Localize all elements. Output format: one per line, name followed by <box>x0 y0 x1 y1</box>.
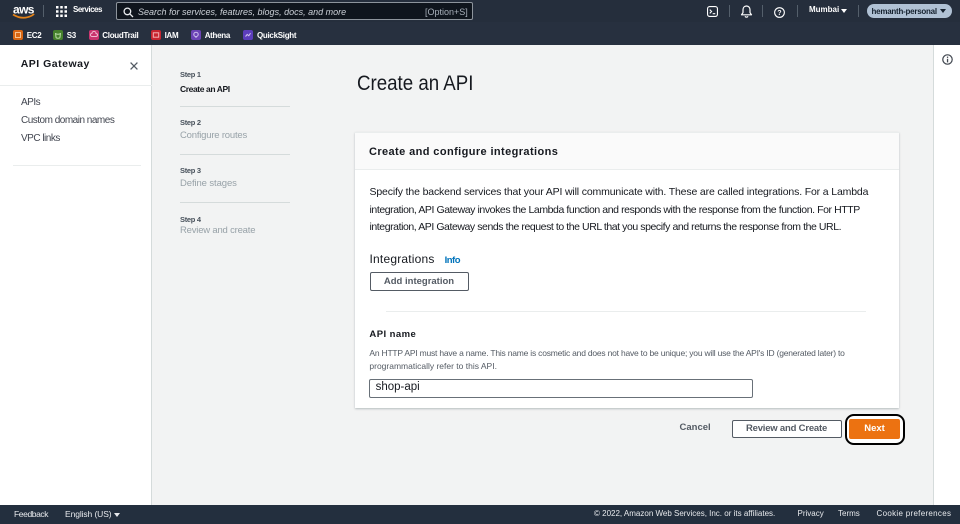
svg-text:?: ? <box>777 10 781 17</box>
svg-text:aws: aws <box>13 4 35 17</box>
